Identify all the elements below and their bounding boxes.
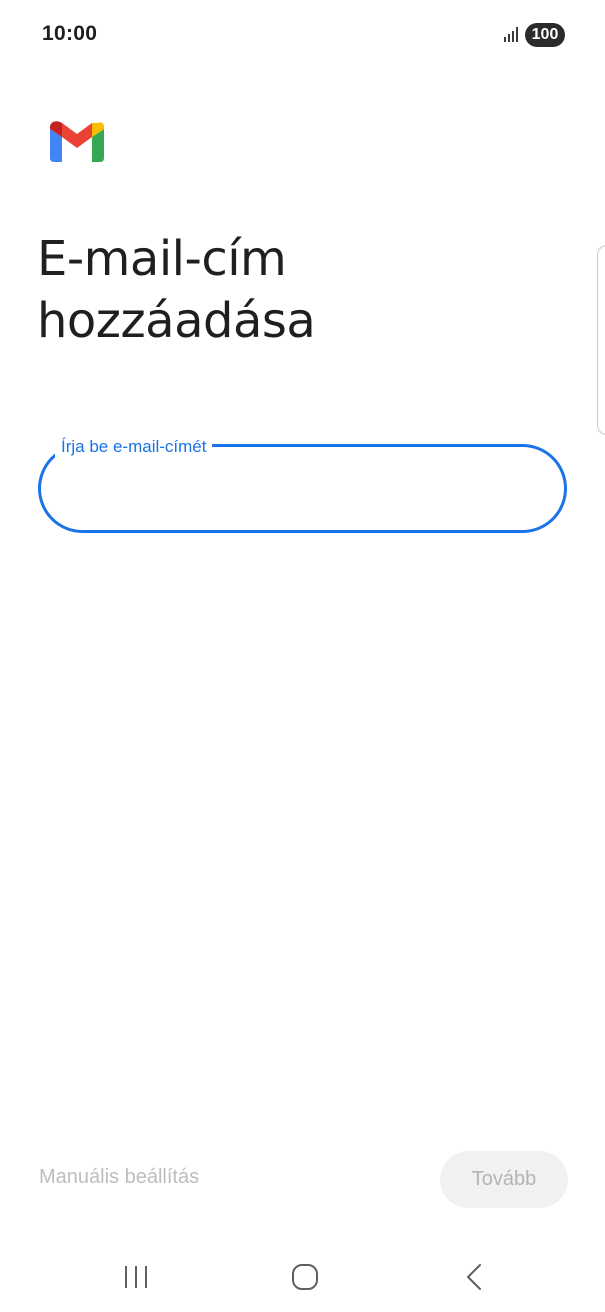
email-input[interactable] <box>67 467 541 513</box>
battery-indicator: 100 <box>525 23 565 47</box>
status-bar: 10:00 100 <box>0 0 605 70</box>
manual-setup-link[interactable]: Manuális beállítás <box>39 1166 199 1189</box>
recents-icon[interactable] <box>118 1261 154 1293</box>
gmail-logo-icon <box>50 121 104 162</box>
email-field-label: Írja be e-mail-címét <box>55 435 213 459</box>
signal-bars-icon <box>504 27 518 42</box>
page-title: E-mail-cím hozzáadása <box>37 231 316 349</box>
back-icon[interactable] <box>456 1261 492 1293</box>
home-icon[interactable] <box>287 1261 323 1293</box>
next-button[interactable]: Tovább <box>440 1151 568 1208</box>
navigation-bar <box>0 1240 605 1312</box>
status-time: 10:00 <box>42 22 98 45</box>
edge-panel-handle[interactable] <box>597 245 605 435</box>
